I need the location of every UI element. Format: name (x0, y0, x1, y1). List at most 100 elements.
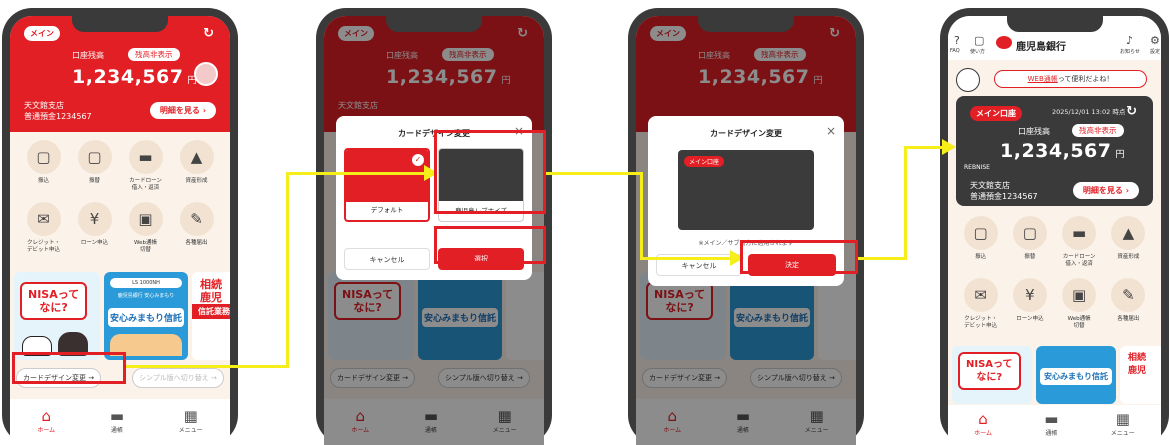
bank-name: 鹿児島銀行 (1016, 42, 1066, 53)
balance-label: 口座残高 (72, 51, 104, 60)
close-icon[interactable]: × (826, 124, 836, 138)
flow-arrow-3 (858, 257, 906, 260)
menu-item[interactable]: ✉ クレジット・ デビット申込 (956, 278, 1005, 330)
inheritance-text: 相続 鹿児 (200, 278, 222, 304)
menu-item-label: 振込 (975, 254, 987, 260)
bank-logo-icon (996, 36, 1012, 49)
menu-item[interactable]: ▣ Web通帳 切替 (1055, 278, 1104, 330)
faq-icon[interactable]: ? (954, 34, 960, 47)
menu-item-label: カードローン 借入・返済 (129, 178, 162, 191)
menu-item-label: 各種届出 (185, 240, 208, 246)
menu-item[interactable]: ✎ 各種届出 (1104, 278, 1153, 330)
trust-banner[interactable]: LS 1000NH 鹿児島銀行 安心みまもり 安心みまもり信託 (104, 272, 188, 360)
flow-arrow-2 (640, 172, 643, 260)
highlight-card-design-button (12, 352, 126, 384)
detail-button[interactable]: 明細を見る › (149, 102, 216, 119)
menu-item[interactable]: ▢ 振替 (1005, 216, 1054, 268)
menu-item-icon: ▢ (26, 140, 61, 174)
menu-item-icon: ▬ (1062, 216, 1097, 250)
phone-4-screen: ? FAQ ▢ 使い方 鹿児島銀行 ♪ お知らせ ⚙ 設定 WEB通帳って便利だ… (948, 16, 1161, 445)
howto-icon[interactable]: ▢ (974, 34, 984, 47)
notch (72, 16, 168, 32)
design-option-default[interactable]: ✓ デフォルト (344, 148, 430, 222)
refresh-icon[interactable]: ↻ (203, 26, 214, 41)
phone-3: メイン ↻ 口座残高 残高非表示 1,234,567 円 NISAって なに? 安… (628, 8, 864, 445)
menu-item-label: 資産形成 (1117, 254, 1140, 260)
tab-passbook[interactable]: ▬ 通帳 (1044, 410, 1058, 437)
trust-banner[interactable]: 安心みまもり信託 (1036, 346, 1116, 404)
menu-item-icon: ▣ (1062, 278, 1097, 312)
menu-item-icon: ▢ (77, 140, 112, 174)
menu-item-label: カードローン 借入・返済 (1062, 254, 1096, 267)
refresh-icon[interactable]: ↻ (1126, 104, 1137, 119)
cancel-button[interactable]: キャンセル (344, 248, 430, 270)
phone-3-screen: メイン ↻ 口座残高 残高非表示 1,234,567 円 NISAって なに? 安… (636, 16, 856, 445)
notch (386, 16, 482, 32)
web-passbook-banner[interactable]: WEB通帳って便利だよね！ (994, 70, 1147, 88)
menu-icon: ▦ (1115, 409, 1130, 428)
rebnise-logo: REBNISE (964, 164, 990, 171)
account-card[interactable]: メイン ↻ 口座残高 残高非表示 1,234,567 円 天文館支店 普通預金123… (10, 16, 230, 132)
hide-balance-button[interactable]: 残高非表示 (128, 48, 180, 61)
tab-bar: ⌂ ホーム ▬ 通帳 ▦ メニュー (948, 405, 1161, 445)
nisa-banner[interactable]: NISAって なに? (14, 272, 100, 360)
menu-item[interactable]: ▲ 資産形成 (171, 140, 222, 192)
menu-item[interactable]: ▢ 振替 (69, 140, 120, 192)
inheritance-banner[interactable]: 相続 鹿児 信託業務 (192, 272, 230, 360)
menu-item[interactable]: ▬ カードローン 借入・返済 (1055, 216, 1104, 268)
tab-home[interactable]: ⌂ ホーム (37, 407, 55, 434)
menu-item[interactable]: ▢ 振込 (956, 216, 1005, 268)
menu-item-label: 振込 (37, 178, 49, 184)
menu-item-icon: ▬ (128, 140, 163, 174)
menu-item-icon: ▢ (963, 216, 998, 250)
menu-item-icon: ▣ (128, 202, 163, 236)
menu-item-icon: ✎ (1111, 278, 1146, 312)
rebnise-account-card[interactable]: メイン口座 2025/12/01 13:02 時点 ↻ 口座残高 残高非表示 1… (956, 96, 1153, 206)
check-icon: ✓ (412, 154, 424, 166)
main-tag: メイン (24, 26, 60, 41)
trust-banner-top: LS 1000NH (110, 278, 182, 288)
highlight-select-button (434, 226, 546, 264)
flow-arrow-2 (546, 172, 642, 175)
menu-item[interactable]: ▣ Web通帳 切替 (120, 202, 171, 254)
tab-menu[interactable]: ▦ メニュー (1111, 410, 1135, 437)
balance: 1,234,567 円 (72, 66, 197, 88)
menu-item[interactable]: ▢ 振込 (18, 140, 69, 192)
notch (698, 16, 794, 32)
inheritance-banner[interactable]: 相続 鹿児 (1120, 346, 1161, 404)
menu-item[interactable]: ¥ ローン申込 (1005, 278, 1054, 330)
menu-item-icon: ▲ (1111, 216, 1146, 250)
menu-icon: ▦ (183, 406, 198, 425)
nisa-banner[interactable]: NISAって なに? (952, 346, 1032, 404)
tab-home[interactable]: ⌂ ホーム (974, 410, 992, 437)
menu-item-icon: ¥ (77, 202, 112, 236)
menu-item[interactable]: ▬ カードローン 借入・返済 (120, 140, 171, 192)
tab-bar: ⌂ ホーム ▬ 通帳 ▦ メニュー (10, 399, 230, 445)
bell-icon[interactable]: ♪ (1126, 34, 1133, 47)
menu-item[interactable]: ✉ クレジット・ デビット申込 (18, 202, 69, 254)
menu-item-label: ローン申込 (80, 240, 109, 246)
menu-item-label: Web通帳 切替 (1067, 316, 1091, 329)
flow-arrow-2 (640, 257, 732, 260)
menu-item-label: Web通帳 切替 (134, 240, 157, 253)
menu-grid: ▢ 振込 ▢ 振替 ▬ カードローン 借入・返済 ▲ 資産形成 ✉ クレジット・ デビット申込 ¥ ロ… (956, 216, 1153, 330)
menu-item[interactable]: ✎ 各種届出 (171, 202, 222, 254)
menu-item-icon: ✎ (179, 202, 214, 236)
mascot-icon (956, 68, 980, 92)
preview-tag: メイン口座 (684, 156, 725, 167)
tab-menu[interactable]: ▦ メニュー (179, 407, 203, 434)
menu-item-label: クレジット・ デビット申込 (26, 240, 60, 253)
flow-arrow-3 (904, 146, 907, 260)
simple-mode-button[interactable]: シンプル版へ切り替え → (132, 368, 224, 388)
menu-item-label: クレジット・ デビット申込 (964, 316, 998, 329)
flow-arrow-1 (286, 172, 426, 175)
notch (1006, 16, 1103, 32)
menu-item[interactable]: ¥ ローン申込 (69, 202, 120, 254)
gear-icon[interactable]: ⚙ (1150, 34, 1160, 47)
passbook-icon: ▬ (1044, 409, 1059, 428)
tab-passbook[interactable]: ▬ 通帳 (110, 407, 124, 434)
menu-item-icon: ▢ (1012, 216, 1047, 250)
menu-item[interactable]: ▲ 資産形成 (1104, 216, 1153, 268)
home-icon: ⌂ (41, 406, 51, 425)
trust-banner-title: 安心みまもり信託 (108, 308, 184, 327)
